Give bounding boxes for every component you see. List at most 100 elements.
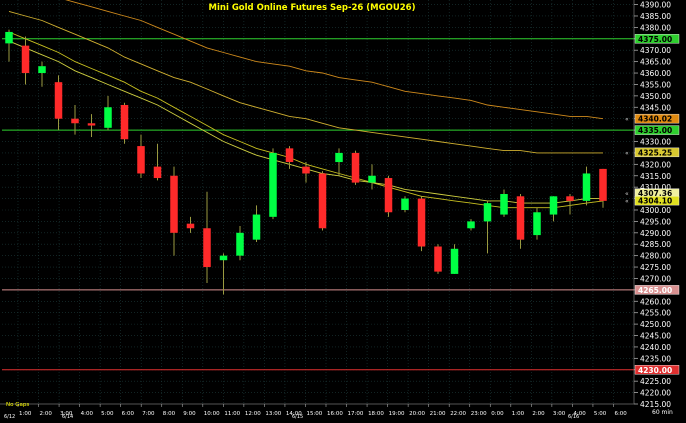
price-tag-marker: « [625, 150, 629, 157]
timeframe-label: 60 min [652, 409, 673, 416]
candle-up [38, 66, 46, 74]
price-tag-marker: « [625, 116, 629, 123]
y-tick-label: 4295.00 [640, 217, 671, 226]
candle-down [87, 123, 96, 126]
grid-layer [0, 0, 686, 419]
candle-down [137, 146, 145, 174]
candle-down [384, 178, 393, 213]
level-label-text: 4230.00 [638, 366, 672, 375]
candle-up [5, 31, 13, 44]
candle-down [54, 82, 63, 119]
candle-up [401, 198, 409, 210]
y-tick-label: 4220.00 [640, 389, 671, 398]
y-tick-label: 4355.00 [640, 80, 671, 89]
y-tick-label: 4240.00 [640, 343, 671, 352]
level-label-text: 4375.00 [638, 35, 672, 44]
candle-down [434, 246, 442, 272]
x-tick-label: 3:00 [553, 411, 566, 417]
candle-down [599, 168, 607, 201]
price-tag-text: 4304.10 [638, 197, 672, 206]
x-tick-label: 7:00 [142, 411, 155, 417]
candle-up [269, 152, 277, 217]
candle-down [153, 166, 162, 179]
candle-down [21, 45, 30, 74]
y-tick-label: 4350.00 [640, 92, 671, 101]
x-tick-label: 2:00 [532, 411, 545, 417]
x-tick-label: 6:00 [122, 411, 135, 417]
candle-down [186, 223, 195, 229]
candle-up [335, 152, 343, 163]
x-tick-label: 1:00 [512, 411, 525, 417]
candle-up [236, 232, 244, 256]
x-tick-label: 5:00 [101, 411, 114, 417]
candle-down [417, 198, 426, 247]
chart-root: 4215.00 4220.00 4225.00 4230.00 4235.00 4240.… [0, 0, 686, 420]
candle-down [302, 166, 310, 174]
candle-down [170, 175, 178, 233]
candle-up [219, 255, 228, 261]
candle-up [582, 173, 591, 201]
price-tag-text: 4340.02 [638, 115, 672, 124]
y-tick-label: 4380.00 [640, 23, 671, 32]
x-tick-label: 16:00 [327, 411, 343, 417]
candle-down [285, 148, 294, 163]
level-label-text: 4265.00 [638, 286, 672, 295]
time-axis: 1:00 2:00 3:00 4:00 5:00 6:00 7:00 8:00 9:00 10:0… [0, 404, 634, 420]
y-tick-label: 4290.00 [640, 229, 671, 238]
x-tick-label: 20:00 [409, 411, 425, 417]
x-tick-label: 6:00 [614, 411, 627, 417]
x-tick-label: 23:00 [471, 411, 487, 417]
candle-down [203, 228, 211, 268]
y-tick-label: 4300.00 [640, 206, 671, 215]
y-tick-label: 4370.00 [640, 46, 671, 55]
x-tick-label: 10:00 [204, 411, 220, 417]
x-tick-label: 17:00 [348, 411, 364, 417]
x-tick-label: 1:00 [19, 411, 32, 417]
y-tick-label: 4330.00 [640, 138, 671, 147]
x-tick-label: 12:00 [245, 411, 261, 417]
y-tick-label: 4255.00 [640, 309, 671, 318]
candle-up [104, 107, 112, 128]
candle-up [500, 194, 508, 215]
candle-down [120, 104, 129, 140]
date-marker: 6/15 [292, 414, 303, 419]
x-tick-label: 15:00 [306, 411, 322, 417]
x-tick-label: 22:00 [450, 411, 466, 417]
candle-up [467, 221, 475, 229]
candle-down [71, 118, 79, 124]
date-marker: 6/12 [4, 414, 15, 419]
y-tick-label: 4315.00 [640, 172, 671, 181]
y-tick-label: 4360.00 [640, 69, 671, 78]
x-tick-label: 11:00 [224, 411, 240, 417]
y-tick-label: 4235.00 [640, 354, 671, 363]
y-tick-label: 4280.00 [640, 252, 671, 261]
x-tick-label: 9:00 [183, 411, 196, 417]
candle-up [549, 196, 558, 215]
x-tick-label: 2:00 [40, 411, 53, 417]
x-tick-label: 19:00 [389, 411, 405, 417]
date-marker: 6/16 [568, 414, 579, 419]
candle-down [516, 196, 525, 240]
y-tick-label: 4245.00 [640, 332, 671, 341]
y-tick-label: 4215.00 [640, 400, 671, 409]
candle-down [318, 173, 327, 229]
chart-title: Mini Gold Online Futures Sep-26 (MGOU26) [209, 3, 416, 13]
candle-up [450, 248, 459, 274]
no-gaps-label: No Gaps [6, 402, 29, 408]
y-tick-label: 4225.00 [640, 377, 671, 386]
y-tick-label: 4285.00 [640, 240, 671, 249]
chart-background [0, 0, 686, 419]
x-tick-label: 13:00 [265, 411, 281, 417]
y-tick-label: 4390.00 [640, 1, 671, 10]
price-tag-text: 4325.25 [638, 148, 672, 157]
candlestick-chart[interactable]: 4215.00 4220.00 4225.00 4230.00 4235.00 4240.… [0, 0, 686, 420]
x-tick-label: 8:00 [163, 411, 176, 417]
date-marker: 6/14 [62, 414, 73, 419]
candle-up [483, 203, 492, 222]
y-tick-label: 4250.00 [640, 320, 671, 329]
y-tick-label: 4275.00 [640, 263, 671, 272]
y-tick-label: 4345.00 [640, 103, 671, 112]
price-tag-marker: « [625, 198, 629, 205]
price-tag-marker: « [625, 191, 629, 198]
candle-up [368, 175, 376, 183]
